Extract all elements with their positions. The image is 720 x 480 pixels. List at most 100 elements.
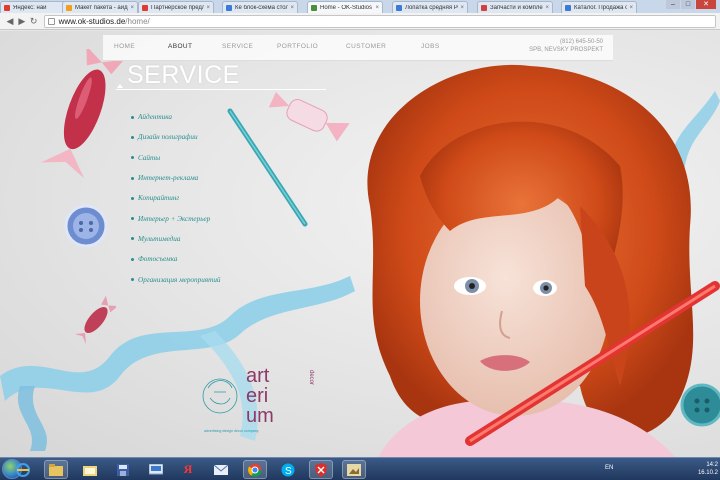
pencil-icon [227, 108, 308, 227]
service-item[interactable]: Интерьер + Экстерьер [131, 208, 221, 228]
service-item[interactable]: Организация мероприятий [131, 269, 221, 289]
window-controls: – □ ✕ [666, 0, 716, 10]
title-divider [116, 89, 326, 90]
bullet-icon [131, 237, 134, 241]
nav-customer[interactable]: CUSTOMER [346, 43, 386, 50]
clock-date: 16.10.2 [697, 470, 718, 476]
service-label: Мультимедиа [138, 234, 181, 243]
tab-title: Лопатка средняя Ро [405, 4, 459, 11]
service-item[interactable]: Фотосъемка [131, 249, 221, 269]
tab-close-icon[interactable]: × [545, 5, 549, 11]
service-label: Интернет-реклама [138, 174, 199, 183]
browser-tab-active[interactable]: Home - OK-Studios × [307, 1, 383, 13]
url-host: www.ok-studios.de [58, 16, 126, 26]
page-title: SERVICE [127, 61, 240, 89]
logo-line-3: um [246, 405, 274, 427]
forward-button[interactable]: ▶ [16, 16, 28, 27]
favicon-icon [565, 4, 571, 11]
tab-title: Home - OK-Studios [320, 4, 373, 11]
tab-close-icon[interactable]: × [206, 5, 210, 11]
favicon-icon [481, 4, 487, 11]
favicon-icon [66, 4, 72, 11]
title-pointer-icon [117, 84, 123, 88]
chrome-icon[interactable] [243, 460, 267, 479]
logo-line-2: eri [246, 385, 268, 407]
tab-title: Ке блок-схема стол [235, 4, 289, 11]
logo-tagline: advertising design decor company [204, 429, 259, 433]
nav-home[interactable]: HOME [114, 43, 135, 50]
nav-jobs[interactable]: JOBS [421, 43, 440, 50]
tab-close-icon[interactable]: × [290, 5, 294, 11]
tab-close-icon[interactable]: × [460, 5, 464, 11]
browser-tab[interactable]: Запчасти и компле × [477, 1, 553, 13]
service-label: Сайты [138, 153, 161, 162]
minimize-button[interactable]: – [666, 0, 680, 9]
service-item[interactable]: Сайты [131, 148, 221, 168]
web-page: HOME ABOUT SERVICE PORTFOLIO CUSTOMER JO… [0, 31, 720, 457]
kaspersky-icon[interactable] [309, 460, 333, 479]
service-label: Интерьер + Экстерьер [138, 214, 211, 223]
bullet-icon [131, 135, 134, 139]
arterium-logo: art eri um decor advertising design deco… [202, 365, 314, 433]
nav-portfolio[interactable]: PORTFOLIO [277, 43, 318, 50]
browser-tab[interactable]: Макет пакета - айде × [62, 1, 138, 13]
tab-title: Запчасти и компле [490, 4, 543, 11]
address: SPB, NEVSKY PROSPEKT [529, 47, 603, 53]
url-input[interactable]: www.ok-studios.de/home/ [43, 14, 716, 28]
service-item[interactable]: Мультимедиа [131, 229, 221, 249]
contact-info: (812) 645-50-50 SPB, NEVSKY PROSPEKT [529, 38, 603, 54]
skype-icon[interactable]: S [276, 460, 300, 479]
explorer-icon[interactable] [44, 460, 68, 479]
mail-icon[interactable] [209, 460, 233, 479]
browser-tab[interactable]: Лопатка средняя Ро × [392, 1, 468, 13]
ie-icon[interactable] [11, 460, 35, 479]
teal-button-icon [680, 383, 720, 427]
tab-close-icon[interactable]: × [130, 5, 134, 11]
tab-title: Яндекс: най [13, 4, 47, 11]
services-list: Айдентика Дизайн полиграфии Сайты Интерн… [131, 107, 221, 290]
back-button[interactable]: ◀ [4, 16, 16, 27]
service-item[interactable]: Интернет-реклама [131, 168, 221, 188]
tab-title: Каталог. Продажа о [574, 4, 628, 11]
bullet-icon [131, 217, 134, 221]
save-icon[interactable] [111, 460, 135, 479]
browser-tab[interactable]: Ке блок-схема стол × [222, 1, 298, 13]
page-icon [47, 17, 55, 25]
bullet-icon [131, 156, 134, 160]
language-indicator[interactable]: EN [605, 465, 613, 471]
tab-strip: Яндекс: най × Макет пакета - айде × Парт… [0, 0, 720, 13]
bullet-icon [131, 278, 134, 282]
favicon-icon [226, 4, 232, 11]
tab-close-icon[interactable]: × [375, 5, 379, 11]
folder-icon[interactable] [78, 460, 102, 479]
nav-service[interactable]: SERVICE [222, 43, 253, 50]
taskbar: Я S EN 14:2 16.10.2 [0, 457, 720, 480]
yandex-icon[interactable]: Я [176, 460, 200, 479]
service-label: Дизайн полиграфии [138, 133, 198, 142]
logo-side: decor [308, 370, 314, 385]
reload-button[interactable]: ↻ [28, 16, 40, 27]
favicon-icon [142, 4, 148, 11]
bullet-icon [131, 115, 134, 119]
tab-close-icon[interactable]: × [629, 5, 633, 11]
service-item[interactable]: Айдентика [131, 107, 221, 127]
tab-title: Партнерское предл [151, 4, 205, 11]
service-item[interactable]: Дизайн полиграфии [131, 127, 221, 147]
svg-text:S: S [285, 466, 292, 477]
nav-about[interactable]: ABOUT [168, 43, 192, 50]
clock-time: 14:2 [706, 462, 718, 468]
photo-icon[interactable] [342, 460, 366, 479]
browser-tab[interactable]: Партнерское предл × [138, 1, 214, 13]
service-label: Копирайтинг [138, 194, 180, 203]
candy-icon [40, 49, 125, 179]
service-label: Организация мероприятий [138, 275, 221, 284]
system-clock[interactable]: 14:2 16.10.2 [698, 461, 718, 477]
browser-tab[interactable]: Каталог. Продажа о × [561, 1, 637, 13]
maximize-button[interactable]: □ [681, 0, 695, 9]
tab-title: Макет пакета - айде [75, 4, 129, 11]
service-item[interactable]: Копирайтинг [131, 188, 221, 208]
app-icon[interactable] [144, 460, 168, 479]
close-window-button[interactable]: ✕ [696, 0, 716, 9]
bullet-icon [131, 176, 134, 180]
bullet-icon [131, 257, 134, 261]
